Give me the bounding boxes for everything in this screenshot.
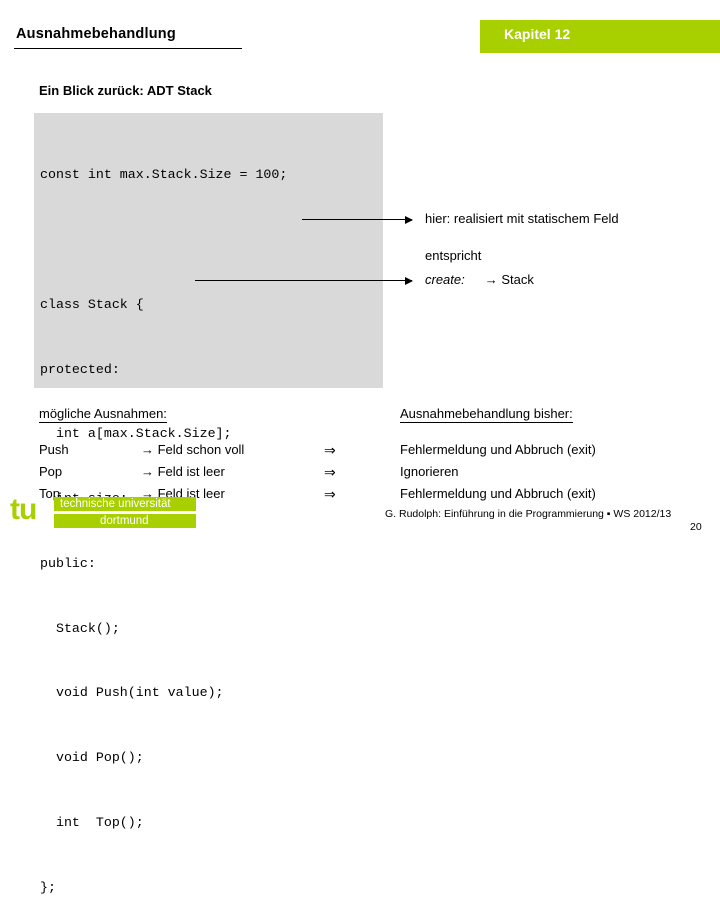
annotation-corresponds: entspricht (425, 248, 482, 263)
logo-line-1: technische universität (60, 498, 171, 510)
code-line: protected: (40, 361, 120, 377)
handling-heading: Ausnahmebehandlung bisher: (400, 406, 573, 423)
chapter-label: Kapitel 12 (504, 26, 571, 42)
code-listing: const int max.Stack.Size = 100; class St… (34, 113, 383, 895)
implies-icon: ⇒ (324, 442, 336, 458)
implies-icon: ⇒ (324, 486, 336, 502)
exceptions-heading: mögliche Ausnahmen: (39, 406, 167, 423)
page-number: 20 (690, 521, 702, 533)
logo-tu-mark: tu (10, 493, 37, 526)
table-row: → Feld ist leer (141, 464, 225, 479)
table-row: Ignorieren (400, 464, 459, 479)
code-line: void Push(int value); (40, 685, 224, 701)
footer-credit: G. Rudolph: Einführung in die Programmie… (385, 508, 672, 520)
implies-icon: ⇒ (324, 464, 336, 480)
handling-column: Fehlermeldung und Abbruch (exit) Ignorie… (400, 439, 596, 505)
arrow-to-field-note (302, 215, 413, 224)
logo-line-2: dortmund (100, 515, 149, 527)
code-line: void Pop(); (40, 750, 144, 766)
page-title: Ausnahmebehandlung (16, 26, 176, 42)
annotation-create: create: → Stack (425, 272, 534, 287)
section-subtitle: Ein Blick zurück: ADT Stack (39, 83, 212, 98)
code-line: class Stack { (40, 296, 144, 312)
annotation-static-field: hier: realisiert mit statischem Feld (425, 211, 619, 226)
code-line: int Top(); (40, 815, 144, 830)
slide-header: Ausnahmebehandlung Kapitel 12 (0, 20, 720, 53)
implies-column: ⇒ ⇒ ⇒ (324, 439, 336, 505)
logo-bars: technische universität dortmund (54, 497, 196, 529)
table-row: Push (39, 442, 69, 457)
code-line: }; (40, 879, 56, 895)
table-row: Fehlermeldung und Abbruch (exit) (400, 442, 596, 457)
title-underline (14, 48, 242, 49)
code-line: public: (40, 555, 96, 571)
table-row: Fehlermeldung und Abbruch (exit) (400, 486, 596, 501)
table-row: → Feld schon voll (141, 442, 245, 457)
annotation-create-label: create: (425, 272, 465, 287)
table-row: Pop (39, 464, 63, 479)
code-line: const int max.Stack.Size = 100; (40, 167, 288, 183)
code-line: Stack(); (40, 620, 120, 636)
tu-dortmund-logo: tu technische universität dortmund (10, 495, 196, 533)
arrow-to-create-note (195, 276, 413, 285)
annotation-create-target: → Stack (484, 272, 534, 287)
